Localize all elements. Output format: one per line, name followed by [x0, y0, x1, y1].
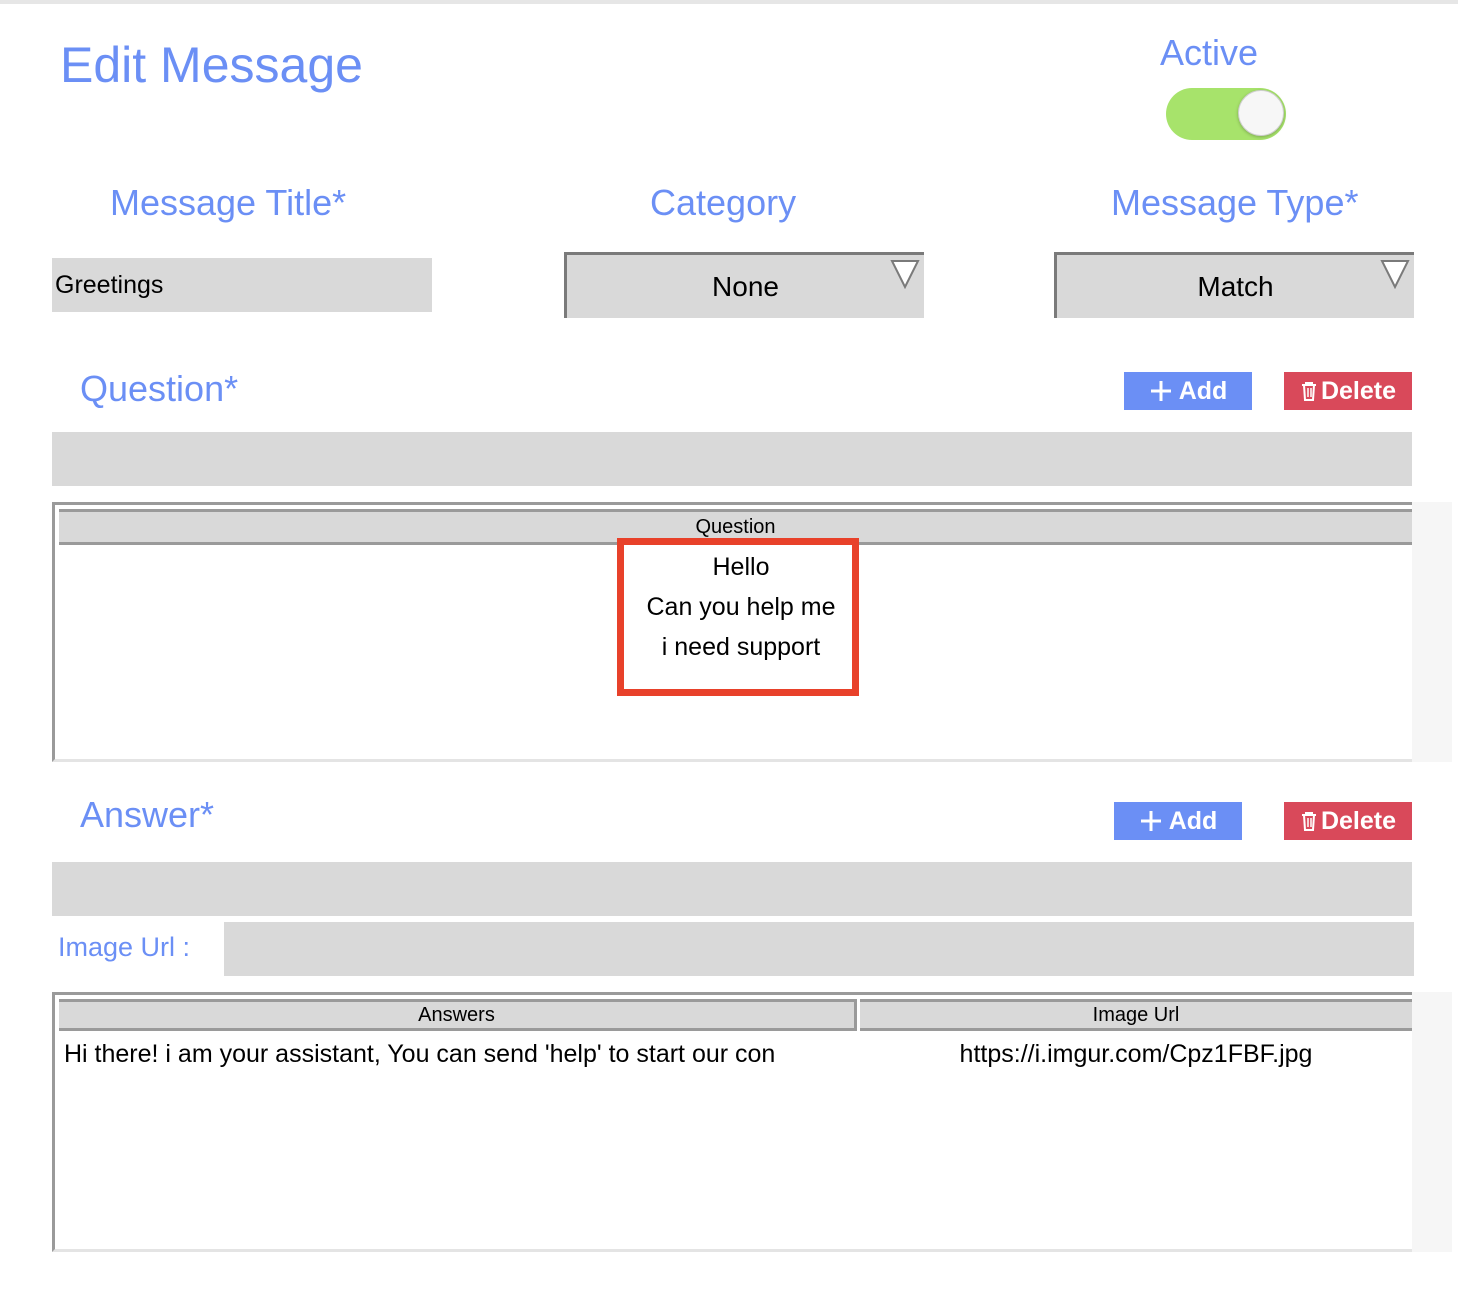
answer-input[interactable]: [52, 862, 1412, 916]
message-type-label: Message Type*: [1111, 182, 1359, 223]
plus-icon: [1140, 811, 1161, 831]
question-add-button[interactable]: Add: [1124, 372, 1252, 410]
trash-icon: [1301, 812, 1316, 831]
table-row-answer[interactable]: Hi there! i am your assistant, You can s…: [64, 1035, 854, 1073]
message-title-input[interactable]: Greetings: [52, 258, 432, 312]
chevron-down-icon: [1380, 260, 1410, 289]
answer-delete-button[interactable]: Delete: [1284, 802, 1412, 840]
trash-icon: [1301, 382, 1316, 401]
category-label: Category: [650, 182, 797, 223]
question-delete-button[interactable]: Delete: [1284, 372, 1412, 410]
message-type-select[interactable]: Match: [1054, 252, 1414, 318]
answer-add-button[interactable]: Add: [1114, 802, 1242, 840]
question-delete-label: Delete: [1320, 376, 1397, 405]
plus-icon: [1150, 381, 1171, 401]
chevron-down-icon: [890, 260, 920, 289]
category-select-value: None: [712, 270, 779, 302]
answer-add-label: Add: [1168, 806, 1218, 835]
highlight-box: [617, 538, 859, 696]
page-title: Edit Message: [60, 37, 363, 93]
table-shadow: [1410, 502, 1452, 762]
table-row-image-url[interactable]: https://i.imgur.com/Cpz1FBF.jpg: [860, 1035, 1412, 1073]
image-url-label: Image Url :: [58, 932, 191, 962]
active-label: Active: [1160, 32, 1259, 73]
answer-delete-label: Delete: [1320, 806, 1397, 835]
question-label: Question*: [80, 368, 239, 409]
answers-column-header[interactable]: Answers: [59, 999, 857, 1031]
active-toggle[interactable]: [1166, 88, 1286, 140]
top-divider: [0, 0, 1458, 4]
message-type-select-value: Match: [1197, 270, 1274, 302]
category-select[interactable]: None: [564, 252, 924, 318]
image-url-column-header[interactable]: Image Url: [860, 999, 1412, 1031]
answers-table[interactable]: Answers Image Url Hi there! i am your as…: [52, 992, 1412, 1252]
toggle-knob: [1238, 90, 1284, 136]
question-add-label: Add: [1178, 376, 1228, 405]
message-title-label: Message Title*: [110, 182, 347, 223]
image-url-input[interactable]: [224, 922, 1414, 976]
question-input[interactable]: [52, 432, 1412, 486]
answer-label: Answer*: [80, 794, 215, 835]
table-shadow: [1410, 992, 1452, 1252]
